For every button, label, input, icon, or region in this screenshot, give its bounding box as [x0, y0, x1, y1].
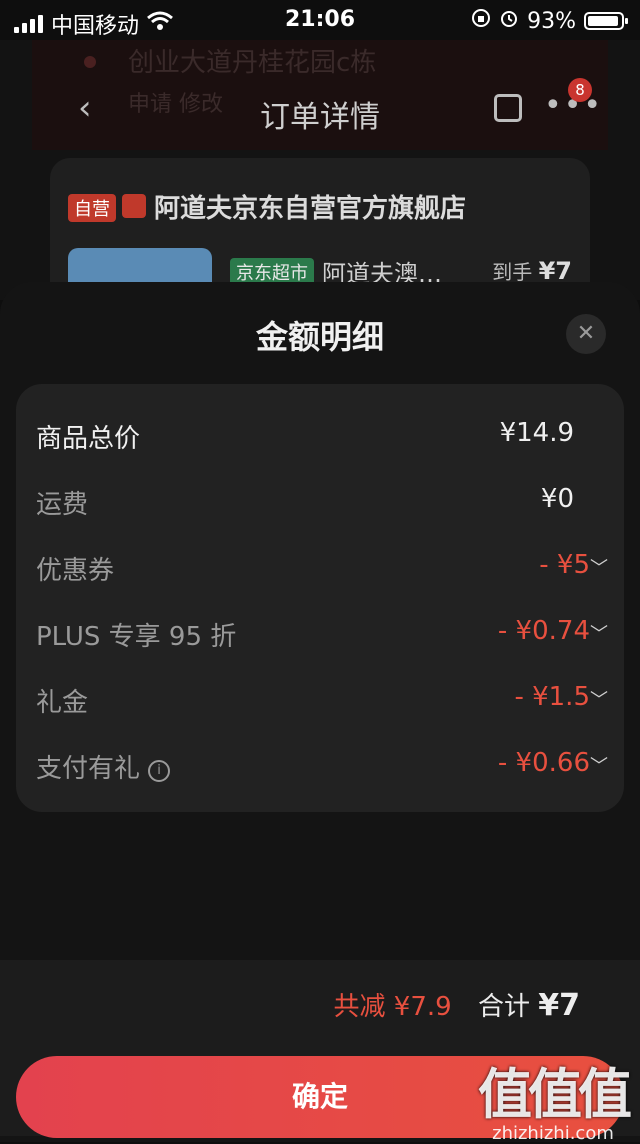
- info-icon[interactable]: i: [148, 760, 171, 782]
- row-value: ¥0: [540, 484, 574, 514]
- chevron-down-icon[interactable]: ﹀: [590, 554, 608, 580]
- status-bar: 中国移动 21:06 93%: [0, 0, 640, 40]
- grand-total: 合计 ¥7: [477, 988, 580, 1023]
- row-shipping: 运费 ¥0: [36, 480, 608, 520]
- total-value: ¥7: [538, 988, 580, 1023]
- location-dot: [84, 56, 96, 68]
- row-value: - ¥0.66: [497, 748, 590, 778]
- row-value: - ¥5: [539, 550, 590, 580]
- amount-breakdown-card: 商品总价 ¥14.9 运费 ¥0 优惠券 - ¥5 ﹀ PLUS 专享 95 折…: [16, 384, 624, 812]
- price-value: ¥7: [538, 257, 572, 285]
- price-prefix: 到手: [492, 260, 533, 284]
- row-value: - ¥1.5: [514, 682, 590, 712]
- row-value: - ¥0.74: [497, 616, 590, 646]
- close-icon[interactable]: ✕: [566, 314, 606, 354]
- product-price: 到手 ¥7: [492, 256, 572, 285]
- row-label: 优惠券: [36, 556, 115, 586]
- self-run-tag: 自营: [68, 194, 116, 222]
- message-badge: 8: [568, 78, 592, 102]
- chevron-down-icon[interactable]: ﹀: [590, 752, 608, 778]
- row-label: 商品总价: [36, 424, 141, 454]
- status-right: 93%: [471, 8, 628, 34]
- battery-icon: [584, 12, 628, 30]
- row-value: ¥14.9: [499, 418, 574, 448]
- chevron-down-icon[interactable]: ﹀: [590, 620, 608, 646]
- sheet-title: 金额明细: [255, 318, 384, 356]
- orientation-lock-icon: [471, 8, 491, 34]
- watermark-text: 值值值: [478, 1063, 632, 1126]
- row-payment-gift[interactable]: 支付有礼 i - ¥0.66 ﹀: [36, 744, 608, 784]
- alarm-icon: [499, 8, 519, 34]
- row-plus-discount[interactable]: PLUS 专享 95 折 - ¥0.74 ﹀: [36, 612, 608, 652]
- share-icon[interactable]: [494, 94, 522, 122]
- row-label: 运费: [36, 490, 89, 520]
- store-name[interactable]: 阿道夫京东自营官方旗舰店: [154, 188, 466, 225]
- total-label: 合计: [477, 992, 530, 1022]
- row-label: PLUS 专享 95 折: [36, 622, 237, 652]
- row-goods-total: 商品总价 ¥14.9: [36, 414, 608, 454]
- row-label-wrap: 支付有礼 i: [36, 748, 171, 785]
- battery-fill: [588, 16, 618, 26]
- nav-bar: ‹ 订单详情 ••• 8: [0, 78, 640, 144]
- address-text: 创业大道丹桂花园c栋: [128, 48, 377, 78]
- background-order-page: 创业大道丹桂花园c栋 申请 修改 ‹ 订单详情 ••• 8 自营 阿道夫京东自营…: [0, 40, 640, 318]
- summary-line: 共减 ¥7.9 合计 ¥7: [334, 986, 580, 1023]
- watermark-logo: 值值值 zhizhizhi.com: [478, 1050, 632, 1144]
- store-logo-icon: [122, 194, 146, 218]
- discount-total: 共减 ¥7.9: [333, 992, 452, 1022]
- row-coupon[interactable]: 优惠券 - ¥5 ﹀: [36, 546, 608, 586]
- row-gift-money[interactable]: 礼金 - ¥1.5 ﹀: [36, 678, 608, 718]
- row-label: 支付有礼: [36, 754, 141, 784]
- row-label: 礼金: [36, 688, 89, 718]
- battery-percent: 93%: [527, 8, 576, 34]
- watermark-url: zhizhizhi.com: [492, 1123, 614, 1144]
- chevron-down-icon[interactable]: ﹀: [590, 686, 608, 712]
